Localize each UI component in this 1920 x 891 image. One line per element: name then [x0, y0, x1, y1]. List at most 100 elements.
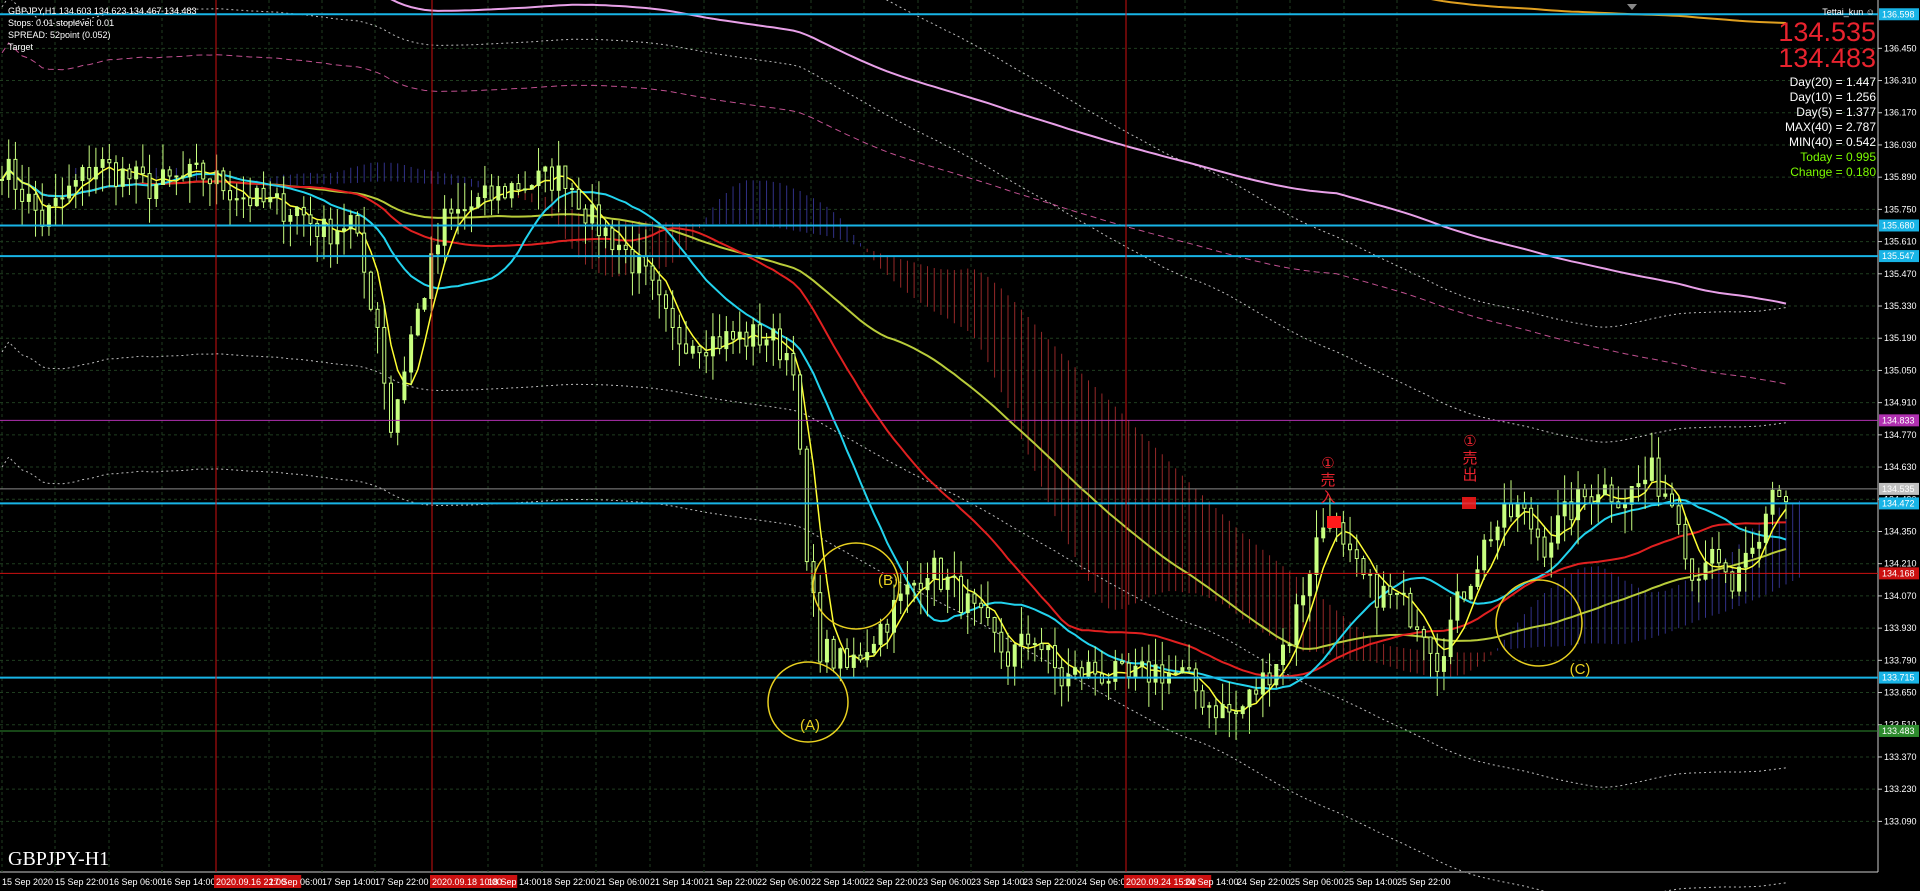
candle-body: [288, 215, 293, 222]
stat-line: MAX(40) = 2.787: [1784, 120, 1876, 134]
user-label: Tettai_kun ☺: [1822, 7, 1875, 17]
user-name: Tettai_kun: [1822, 7, 1864, 17]
candle-body: [1213, 705, 1218, 719]
candle-body: [1287, 644, 1292, 647]
candle-body: [959, 575, 964, 614]
candle-body: [952, 575, 957, 578]
candle-body: [898, 593, 903, 601]
candle-body: [1676, 505, 1681, 525]
candle-body: [851, 654, 856, 668]
candle-body: [1374, 573, 1379, 608]
annotation-label: (C): [1570, 661, 1591, 678]
candle-body: [1482, 539, 1487, 571]
candle-body: [878, 623, 883, 645]
x-tick-label: 17 Sep 22:00: [375, 877, 429, 887]
stat-line: MIN(40) = 0.542: [1788, 135, 1876, 149]
candle-body: [1468, 585, 1473, 600]
candle-body: [1260, 672, 1265, 695]
candle-body: [556, 165, 561, 191]
candle-body: [462, 209, 467, 212]
candle-body: [20, 188, 25, 202]
candle-body: [1294, 604, 1299, 646]
candle-body: [46, 205, 51, 227]
candle-body: [764, 339, 769, 346]
candle-body: [1153, 664, 1158, 683]
price-label: 134.535: [1882, 484, 1915, 494]
candle-body: [174, 175, 179, 178]
candle-body: [281, 193, 286, 222]
candle-body: [221, 170, 226, 192]
x-tick-label: 21 Sep 06:00: [596, 877, 650, 887]
candle-body: [147, 173, 152, 200]
candle-body: [744, 331, 749, 347]
candle-body: [617, 244, 622, 251]
candle-body: [1247, 689, 1252, 708]
candle-body: [13, 158, 18, 190]
y-tick-label: 134.770: [1884, 430, 1917, 440]
candle-body: [1596, 494, 1601, 504]
candle-body: [274, 193, 279, 198]
candle-body: [1555, 515, 1560, 544]
candle-body: [523, 188, 528, 191]
entry-marker: [1327, 516, 1341, 528]
candle-body: [134, 166, 139, 180]
chart-shift-marker[interactable]: [1627, 4, 1637, 10]
candle-body: [1502, 503, 1507, 528]
x-tick-label: 25 Sep 22:00: [1397, 877, 1451, 887]
candle-body: [1254, 689, 1259, 695]
candle-body: [563, 165, 568, 189]
candle-body: [0, 178, 4, 181]
candle-body: [187, 163, 192, 178]
x-tick-label: 23 Sep 06:00: [918, 877, 972, 887]
candle-body: [623, 244, 628, 251]
y-tick-label: 133.230: [1884, 784, 1917, 794]
candle-body: [456, 209, 461, 214]
stops-info: Stops: 0.01 stoplevel: 0.01: [8, 18, 115, 28]
candle-body: [1126, 662, 1131, 678]
candle-body: [181, 175, 186, 178]
candle-body: [845, 648, 850, 668]
candle-body: [804, 448, 809, 563]
candle-body: [342, 228, 347, 232]
x-tick-label: 22 Sep 22:00: [864, 877, 918, 887]
candle-body: [355, 215, 360, 234]
candle-body: [295, 206, 300, 217]
candle-body: [1052, 645, 1057, 669]
y-tick-label: 134.210: [1884, 559, 1917, 569]
candle-body: [308, 214, 313, 224]
candle-body: [1073, 667, 1078, 675]
candle-body: [388, 382, 393, 433]
candle-body: [1602, 484, 1607, 496]
candle-body: [1488, 539, 1493, 542]
candle-body: [643, 255, 648, 267]
candle-body: [1723, 562, 1728, 573]
candle-body: [751, 324, 756, 347]
x-tick-label: 24 Sep 14:00: [1185, 877, 1239, 887]
candle-body: [496, 186, 501, 201]
candle-body: [1381, 585, 1386, 608]
candle-body: [1783, 496, 1788, 503]
y-tick-label: 135.890: [1884, 172, 1917, 182]
y-tick-label: 136.450: [1884, 43, 1917, 53]
candle-body: [328, 218, 333, 245]
y-tick-label: 136.170: [1884, 108, 1917, 118]
candle-body: [1280, 644, 1285, 666]
chart-area[interactable]: 136.450 136.310 136.170 136.030 135.890 135.7…: [0, 0, 1920, 891]
y-tick-label: 133.650: [1884, 688, 1917, 698]
candle-body: [140, 166, 145, 175]
stat-line: Day(10) = 1.256: [1789, 90, 1876, 104]
candle-body: [335, 230, 340, 245]
candle-body: [684, 343, 689, 354]
candle-body: [107, 159, 112, 164]
candle-body: [697, 345, 702, 354]
x-tick-label: 21 Sep 14:00: [650, 877, 704, 887]
candle-body: [60, 197, 65, 200]
candle-body: [865, 652, 870, 661]
candle-body: [1643, 479, 1648, 485]
candle-body: [1388, 585, 1393, 595]
price-chart[interactable]: 136.450 136.310 136.170 136.030 135.890 135.7…: [0, 0, 1920, 891]
candle-body: [1093, 661, 1098, 675]
candle-body: [1495, 526, 1500, 541]
candle-body: [1549, 542, 1554, 558]
y-tick-label: 134.630: [1884, 462, 1917, 472]
